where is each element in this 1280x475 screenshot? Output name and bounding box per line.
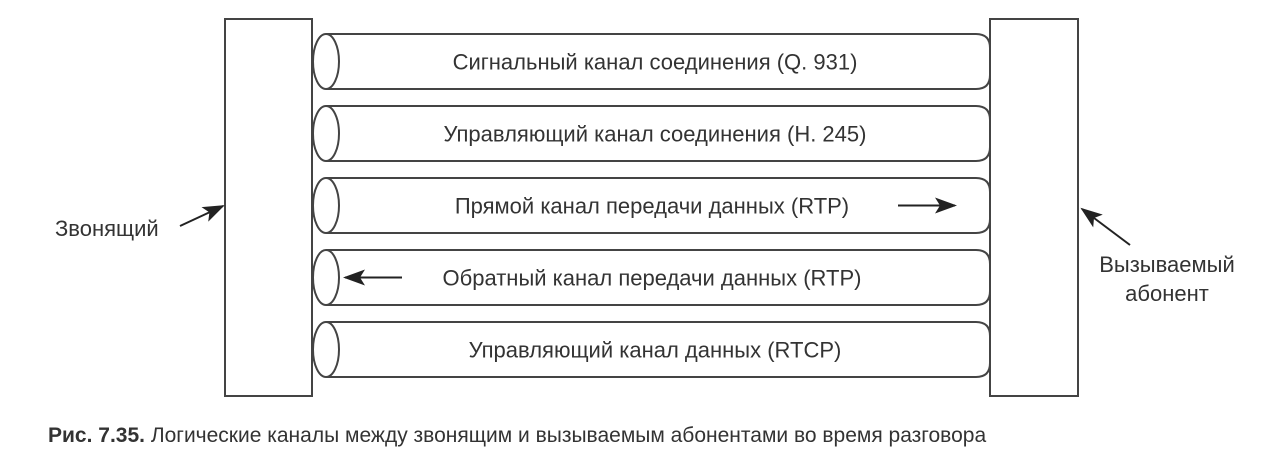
- caption-number: Рис. 7.35.: [48, 424, 145, 447]
- caller-box: [224, 18, 313, 397]
- pipe-end-ellipse: [312, 105, 340, 162]
- pipe-end-ellipse: [312, 177, 340, 234]
- channel-label: Управляющий канал данных (RTCP): [469, 338, 842, 363]
- callee-box: [989, 18, 1079, 397]
- pipe-end-ellipse: [312, 321, 340, 378]
- channel-label: Сигнальный канал соединения (Q. 931): [453, 50, 858, 75]
- channel-label: Обратный канал передачи данных (RTP): [443, 266, 862, 291]
- channel-pipe: Обратный канал передачи данных (RTP): [312, 249, 991, 306]
- channel-pipe: Управляющий канал данных (RTCP): [312, 321, 991, 378]
- callee-label-line1: Вызываемый: [1099, 252, 1235, 277]
- callee-label-line2: абонент: [1125, 281, 1209, 306]
- caller-arrow: [179, 205, 225, 227]
- pipe-end-ellipse: [312, 33, 340, 90]
- caller-label: Звонящий: [55, 216, 159, 241]
- logical-channels-diagram: Сигнальный канал соединения (Q. 931) Упра…: [55, 18, 1235, 397]
- channel-label: Управляющий канал соединения (H. 245): [444, 122, 867, 147]
- channel-pipe: Сигнальный канал соединения (Q. 931): [312, 33, 991, 90]
- pipe-end-ellipse: [312, 249, 340, 306]
- callee-arrow: [1080, 207, 1131, 246]
- figure-caption: Рис. 7.35. Логические каналы между звоня…: [48, 424, 986, 448]
- channel-label: Прямой канал передачи данных (RTP): [455, 194, 849, 219]
- caption-text: Логические каналы между звонящим и вызыв…: [150, 424, 987, 447]
- channel-pipe: Прямой канал передачи данных (RTP): [312, 177, 991, 234]
- channel-pipe: Управляющий канал соединения (H. 245): [312, 105, 991, 162]
